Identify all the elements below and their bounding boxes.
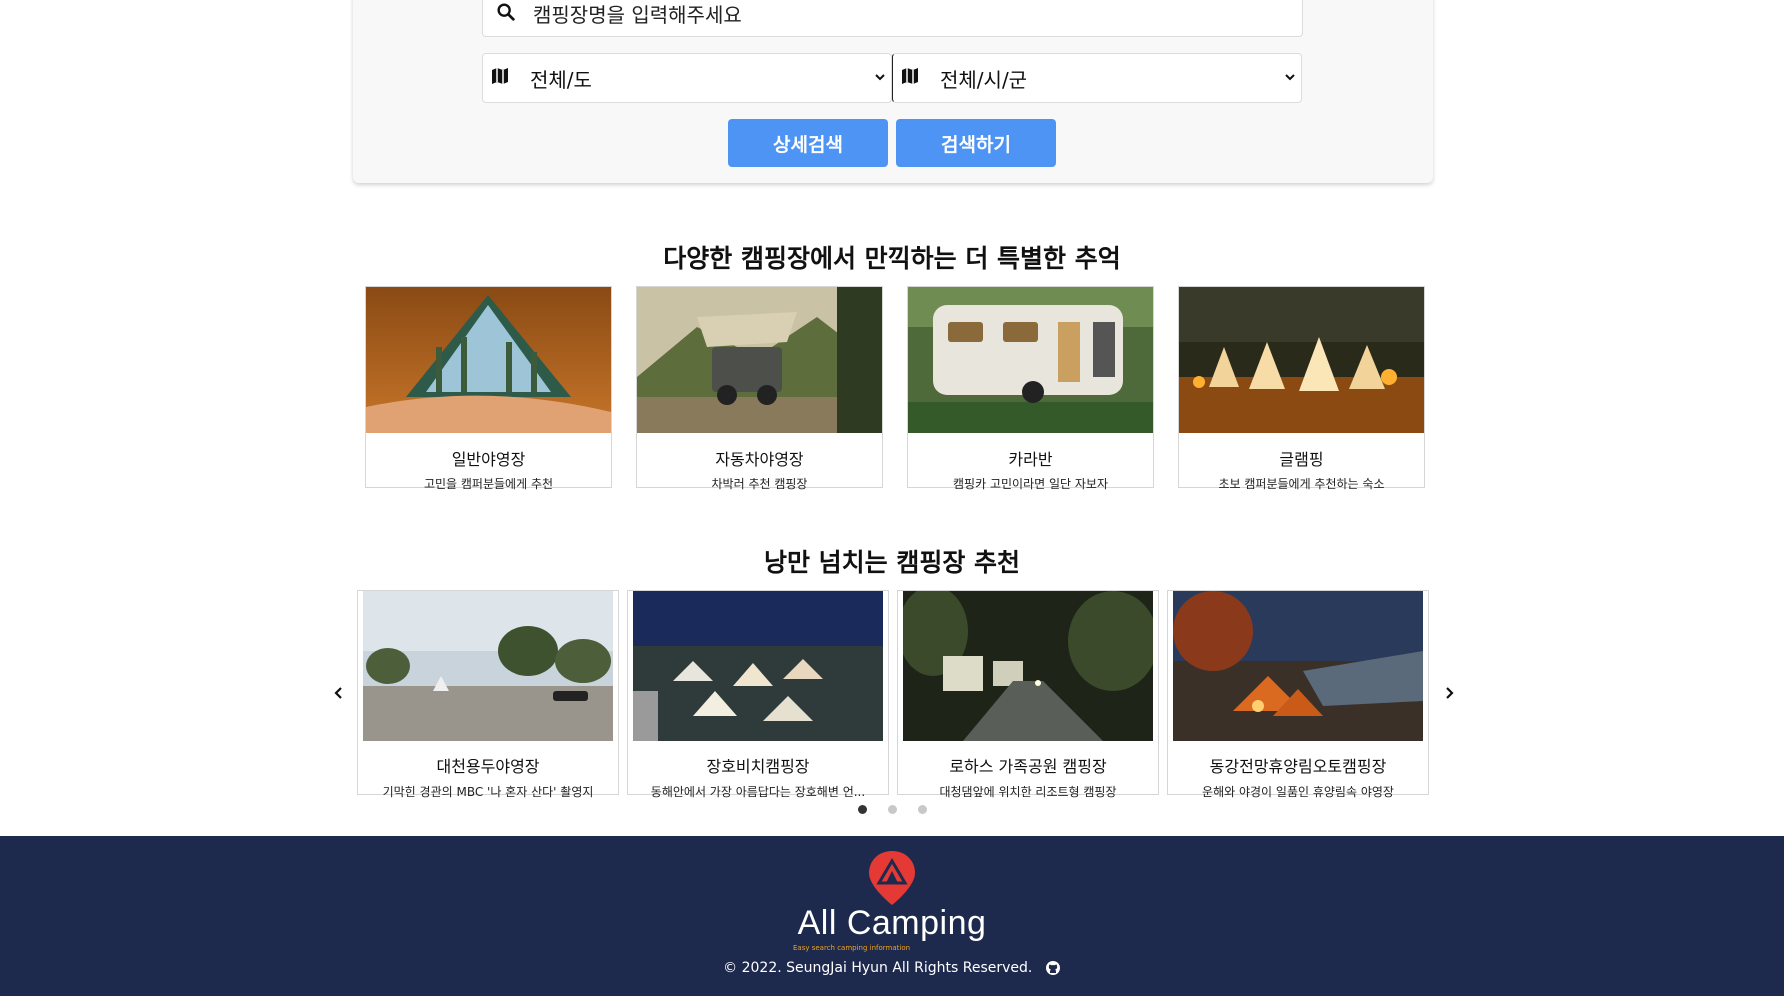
recommend-card[interactable]: 로하스 가족공원 캠핑장 대청댐앞에 위치한 리조트형 캠핑장 <box>897 586 1159 799</box>
type-card-car[interactable]: 자동차야영장 차박러 추천 캠핑장 <box>636 286 883 491</box>
search-buttons: 상세검색 검색하기 <box>728 119 1056 167</box>
recommend-card-name: 로하스 가족공원 캠핑장 <box>949 757 1107 776</box>
recommend-card-list: 대천용두야영장 기막힌 경관의 MBC '나 혼자 산다' 촬영지 장호비치캠핑… <box>357 586 1429 799</box>
campsite-photo <box>633 591 883 741</box>
city-select[interactable]: 전체/시/군 <box>892 53 1302 103</box>
recommend-card-desc: 기막힌 경관의 MBC '나 혼자 산다' 촬영지 <box>382 785 594 799</box>
type-card-caravan[interactable]: 카라반 캠핑카 고민이라면 일단 자보자 <box>907 286 1154 491</box>
carousel-dot[interactable] <box>918 805 927 814</box>
footer: All Camping Easy search camping informat… <box>0 836 1784 996</box>
map-icon <box>900 66 920 90</box>
car-camping-image <box>637 287 882 433</box>
glamping-image <box>1179 287 1424 433</box>
province-select[interactable]: 전체/도 <box>482 53 892 103</box>
type-card-list: 일반야영장 고민을 캠퍼분들에게 추천 자동차야영장 차박러 추천 캠핑장 카라… <box>365 286 1425 491</box>
recommend-card-name: 동강전망휴양림오토캠핑장 <box>1209 757 1387 776</box>
caravan-image <box>908 287 1153 433</box>
carousel-next-icon[interactable] <box>1440 684 1458 702</box>
recommend-card[interactable]: 대천용두야영장 기막힌 경관의 MBC '나 혼자 산다' 촬영지 <box>357 590 619 799</box>
footer-copyright: © 2022. SeungJai Hyun All Rights Reserve… <box>0 960 1784 976</box>
map-icon <box>490 66 510 90</box>
recommend-card-desc: 동해안에서 가장 아름답다는 장호해변 언... <box>650 785 866 799</box>
type-card-general[interactable]: 일반야영장 고민을 캠퍼분들에게 추천 <box>365 286 612 491</box>
carousel-dot[interactable] <box>888 805 897 814</box>
page: 캠핑장명을 입력해주세요 전체/도 전체/시/군 상세검색 검색하기 다양한 캠… <box>0 0 1784 996</box>
province-select-value: 전체/도 <box>530 67 592 92</box>
github-icon[interactable] <box>1045 960 1061 976</box>
campsite-photo <box>1173 591 1423 741</box>
type-card-desc: 차박러 추천 캠핑장 <box>711 477 808 491</box>
recommend-card-name: 장호비치캠핑장 <box>706 757 810 776</box>
recommend-card-desc: 대청댐앞에 위치한 리조트형 캠핑장 <box>939 785 1117 799</box>
recommend-card-desc: 운해와 야경이 일품인 휴양림속 야영장 <box>1202 785 1394 799</box>
type-card-name: 카라반 <box>1008 450 1053 469</box>
search-input[interactable]: 캠핑장명을 입력해주세요 <box>482 0 1303 37</box>
carousel-prev-icon[interactable] <box>330 684 348 702</box>
type-card-name: 자동차야영장 <box>715 450 804 469</box>
type-card-glamping[interactable]: 글램핑 초보 캠퍼분들에게 추천하는 숙소 <box>1178 286 1425 491</box>
footer-brand: All Camping <box>797 904 987 942</box>
types-section-title: 다양한 캠핑장에서 만끽하는 더 특별한 추억 <box>663 244 1121 273</box>
tent-view-image <box>366 287 611 433</box>
search-panel: 캠핑장명을 입력해주세요 전체/도 전체/시/군 상세검색 검색하기 <box>353 0 1433 183</box>
detail-search-button[interactable]: 상세검색 <box>728 119 888 167</box>
recommend-section-title: 낭만 넘치는 캠핑장 추천 <box>763 548 1021 577</box>
type-card-name: 일반야영장 <box>451 450 526 469</box>
search-placeholder: 캠핑장명을 입력해주세요 <box>533 3 742 27</box>
recommend-card[interactable]: 장호비치캠핑장 동해안에서 가장 아름답다는 장호해변 언... <box>627 590 889 799</box>
copyright-text: © 2022. SeungJai Hyun All Rights Reserve… <box>723 960 1033 976</box>
recommend-card[interactable]: 동강전망휴양림오토캠핑장 운해와 야경이 일품인 휴양림속 야영장 <box>1167 590 1429 799</box>
carousel-pagination <box>858 805 927 814</box>
city-select-value: 전체/시/군 <box>940 67 1028 92</box>
recommend-card-name: 대천용두야영장 <box>436 757 540 776</box>
footer-tagline: Easy search camping information <box>793 944 911 952</box>
search-button[interactable]: 검색하기 <box>896 119 1056 167</box>
camping-logo-icon <box>869 851 915 905</box>
carousel-dot[interactable] <box>858 805 867 814</box>
search-icon <box>495 1 517 27</box>
region-selects: 전체/도 전체/시/군 <box>482 53 1303 103</box>
type-card-desc: 캠핑카 고민이라면 일단 자보자 <box>953 477 1108 491</box>
campsite-photo <box>898 586 1158 741</box>
type-card-name: 글램핑 <box>1279 450 1324 469</box>
type-card-desc: 고민을 캠퍼분들에게 추천 <box>423 477 554 491</box>
type-card-desc: 초보 캠퍼분들에게 추천하는 숙소 <box>1218 477 1385 491</box>
campsite-photo <box>363 591 613 741</box>
